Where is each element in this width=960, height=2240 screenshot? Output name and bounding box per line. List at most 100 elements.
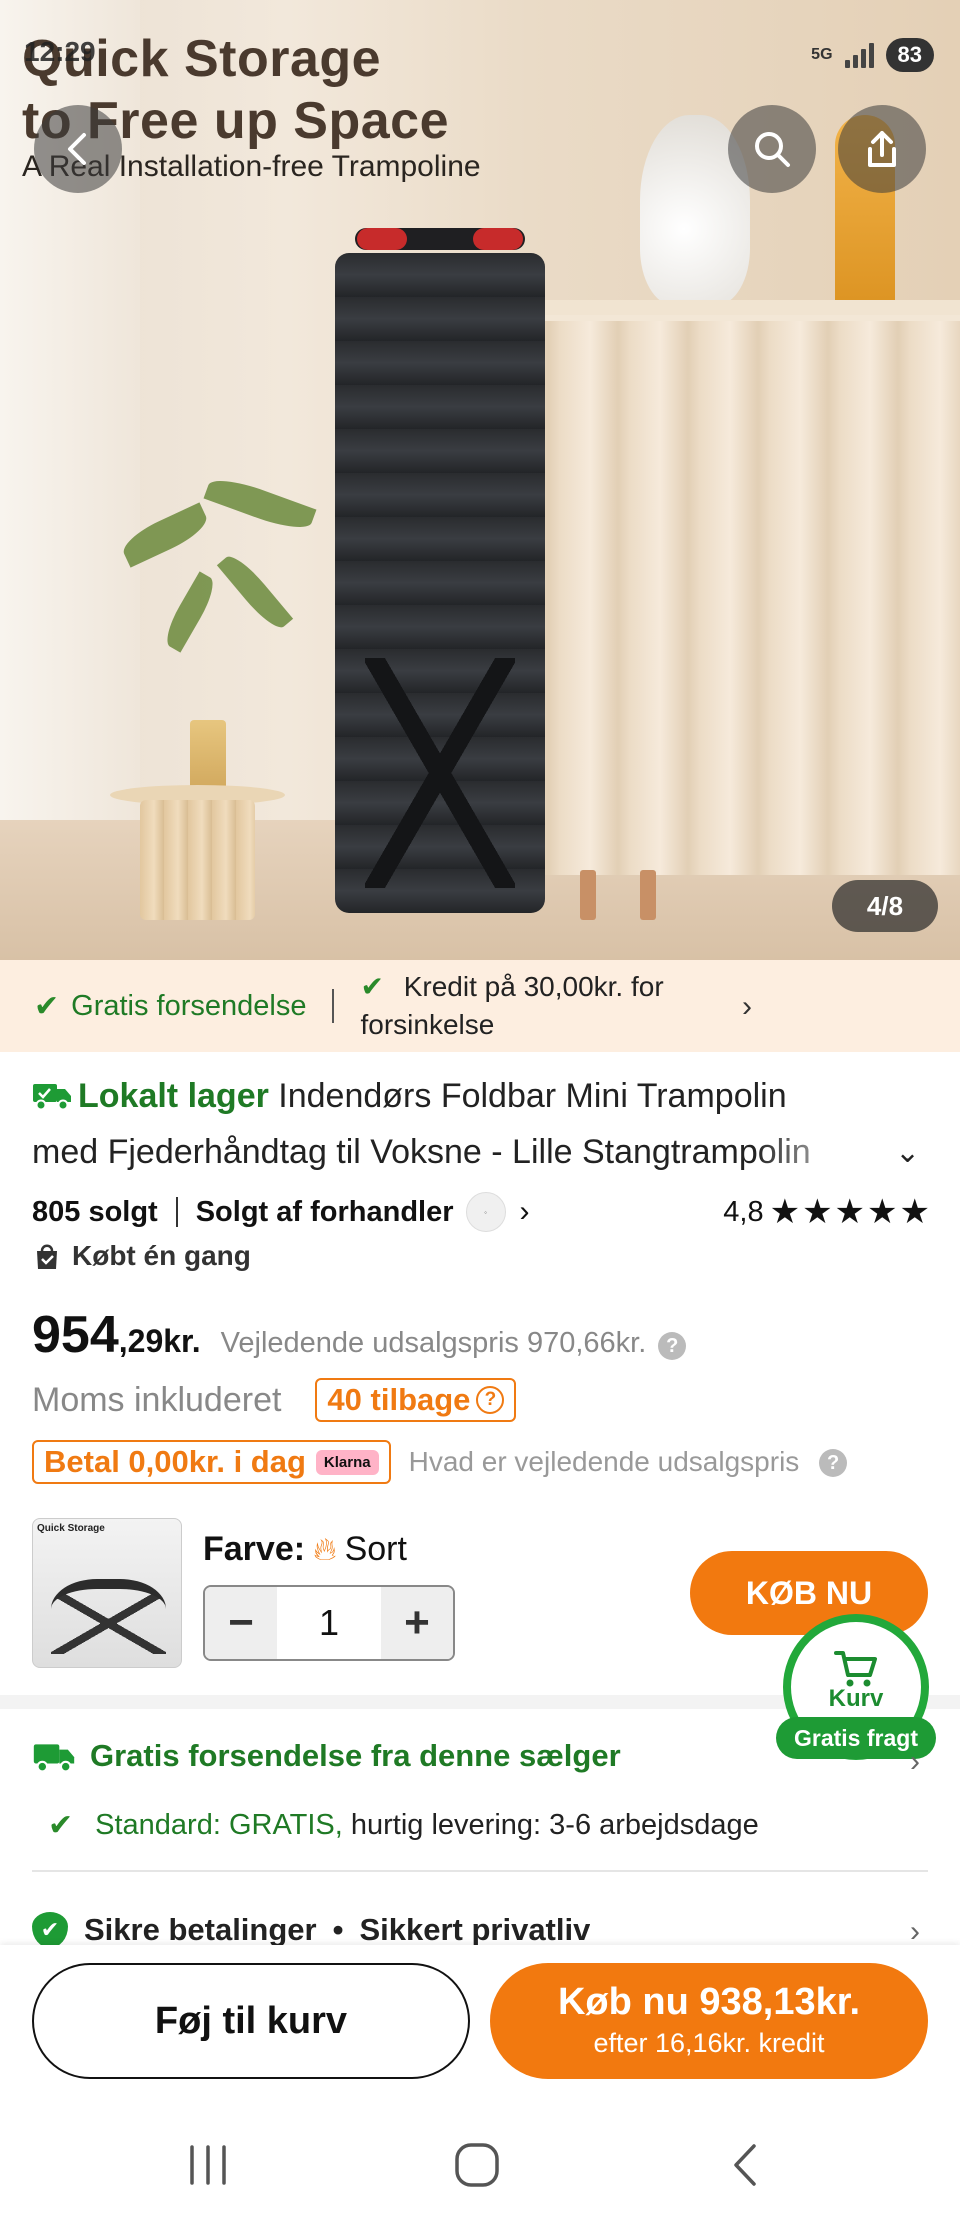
decrease-button[interactable]: − [205, 1587, 277, 1659]
standard-shipping-row: ✔ Standard: GRATIS, hurtig levering: 3-6… [48, 1808, 759, 1843]
bottom-action-bar: Føj til kurv Køb nu 938,13kr. efter 16,1… [0, 1945, 960, 2090]
delivery-time: hurtig levering: 3-6 arbejdsdage [342, 1809, 759, 1841]
promo-divider [332, 989, 335, 1023]
promo-free-shipping: Gratis forsendelse [71, 989, 307, 1022]
color-label: Farve: [203, 1530, 306, 1568]
recent-apps-icon [190, 2145, 226, 2185]
bought-once-row: Købt én gang [32, 1240, 251, 1272]
trampoline-grip [473, 228, 523, 250]
system-navigation-bar [0, 2090, 960, 2240]
seller-logo[interactable]: ◦ [465, 1192, 506, 1232]
buy-now-main-button[interactable]: Køb nu 938,13kr. efter 16,16kr. kredit [490, 1963, 928, 2079]
vat-row: Moms inkluderet 40 tilbage ? [32, 1378, 517, 1422]
promo-strip[interactable]: ✔ Gratis forsendelse ✔ Kredit på 30,00kr… [0, 960, 960, 1052]
search-button[interactable] [728, 105, 816, 193]
variant-thumbnail[interactable]: Quick Storage [32, 1518, 182, 1668]
hero-plant-pot [190, 720, 226, 792]
sold-divider [175, 1197, 178, 1227]
back-arrow-icon [734, 2144, 756, 2186]
home-icon [455, 2143, 499, 2187]
klarna-badge[interactable]: Betal 0,00kr. i dag Klarna [32, 1440, 391, 1484]
product-title[interactable]: Lokalt lager Indendørs Foldbar Mini Tram… [32, 1070, 892, 1178]
check-icon: ✔ [48, 1809, 74, 1842]
image-counter: 4/8 [832, 880, 938, 932]
search-icon [755, 132, 790, 167]
product-rating[interactable]: 4,8 ★★★★★ [723, 1192, 932, 1232]
sold-count: 805 solgt [32, 1195, 158, 1228]
trampoline-legs [365, 658, 515, 888]
vat-included: Moms inkluderet [32, 1380, 282, 1419]
back-button[interactable] [34, 105, 122, 193]
quantity-stepper[interactable]: − 1 + [203, 1585, 455, 1661]
price-decimal: ,29kr. [118, 1323, 201, 1359]
share-icon [868, 131, 896, 167]
klarna-pay-today: Betal 0,00kr. i dag [44, 1444, 306, 1479]
hero-side-table-base [140, 800, 255, 920]
klarna-logo: Klarna [315, 1449, 379, 1475]
cart-label: Kurv [828, 1685, 884, 1712]
question-icon: ? [476, 1386, 505, 1414]
color-value: Sort [344, 1530, 407, 1568]
product-image-carousel[interactable]: Quick Storage to Free up Space A Real In… [0, 0, 960, 960]
star-rating-icon: ★★★★★ [769, 1193, 932, 1231]
color-selector[interactable]: Farve: 🔥︎ Sort [203, 1530, 407, 1569]
status-indicators: 5G 83 [811, 38, 934, 72]
secure-privacy: Sikkert privatliv [359, 1912, 591, 1947]
home-button[interactable] [437, 2125, 517, 2205]
hero-cabinet-leg [640, 870, 656, 920]
chevron-left-icon [68, 133, 86, 165]
rrp-question-link[interactable]: Hvad er vejledende udsalgspris ? [408, 1446, 848, 1478]
hero-plant-leaf [203, 472, 317, 536]
chevron-right-icon[interactable]: › [520, 1195, 530, 1229]
secure-payments: Sikre betalinger [84, 1912, 317, 1947]
status-time: 12:29 [24, 36, 96, 67]
recommended-price: Vejledende udsalgspris 970,66kr. [220, 1327, 647, 1359]
check-icon: ✔ [360, 971, 384, 1002]
stock-left-badge[interactable]: 40 tilbage ? [315, 1378, 517, 1422]
truck-icon [33, 1744, 75, 1773]
shipping-title: Gratis forsendelse fra denne sælger [90, 1738, 621, 1773]
cart-icon [834, 1651, 877, 1687]
buy-now-credit: efter 16,16kr. kredit [593, 2028, 825, 2058]
rrp-question-text: Hvad er vejledende udsalgspris [408, 1446, 800, 1477]
product-title-line1: Indendørs Foldbar Mini Trampolin [278, 1077, 787, 1115]
security-row[interactable]: ✔ Sikre betalinger • Sikkert privatliv [32, 1910, 590, 1950]
question-icon: ? [819, 1449, 848, 1477]
battery-indicator: 83 [885, 38, 934, 72]
price-row: 954 ,29kr. Vejledende udsalgspris 970,66… [32, 1305, 687, 1365]
hero-cabinet-leg [580, 870, 596, 920]
shipping-info-row[interactable]: Gratis forsendelse fra denne sælger [32, 1738, 621, 1774]
thumbnail-trampoline [51, 1579, 166, 1654]
signal-icon [844, 42, 874, 68]
hero-folded-trampoline [335, 228, 545, 918]
seller-link[interactable]: Solgt af forhandler [196, 1196, 454, 1229]
standard-free: Standard: GRATIS, [95, 1809, 343, 1841]
thumbnail-caption: Quick Storage [37, 1523, 105, 1534]
increase-button[interactable]: + [381, 1587, 453, 1659]
buy-now-price: Køb nu 938,13kr. [557, 1981, 860, 2023]
price-main: 954 [32, 1306, 119, 1364]
share-button[interactable] [838, 105, 926, 193]
promo-delay-credit: ✔ Kredit på 30,00kr. for forsinkelse [360, 968, 740, 1044]
shield-check-icon: ✔ [32, 1912, 68, 1948]
hero-plant-leaf [159, 571, 221, 653]
product-title-line2: med Fjederhåndtag til Voksne - Lille Sta… [32, 1133, 811, 1171]
info-icon[interactable]: ? [658, 1332, 687, 1360]
recent-apps-button[interactable] [168, 2125, 248, 2205]
quantity-value[interactable]: 1 [277, 1587, 381, 1659]
chevron-right-icon[interactable]: › [910, 1745, 920, 1779]
hero-plant-leaf [216, 549, 294, 635]
trampoline-grip [357, 228, 407, 250]
bullet-separator: • [332, 1912, 344, 1947]
divider [32, 1870, 928, 1872]
add-to-cart-button[interactable]: Føj til kurv [32, 1963, 470, 2079]
system-back-button[interactable] [706, 2125, 786, 2205]
buy-now-button[interactable]: KØB NU [690, 1551, 928, 1635]
rating-value: 4,8 [723, 1195, 764, 1228]
sales-seller-row: 805 solgt Solgt af forhandler ◦ › 4,8 ★★… [32, 1192, 932, 1232]
chevron-right-icon[interactable]: › [910, 1915, 920, 1949]
hero-cabinet [490, 315, 960, 875]
klarna-row: Betal 0,00kr. i dag Klarna Hvad er vejle… [32, 1440, 848, 1484]
check-icon: ✔ [34, 989, 60, 1023]
chevron-down-icon[interactable]: ⌄ [895, 1135, 920, 1170]
